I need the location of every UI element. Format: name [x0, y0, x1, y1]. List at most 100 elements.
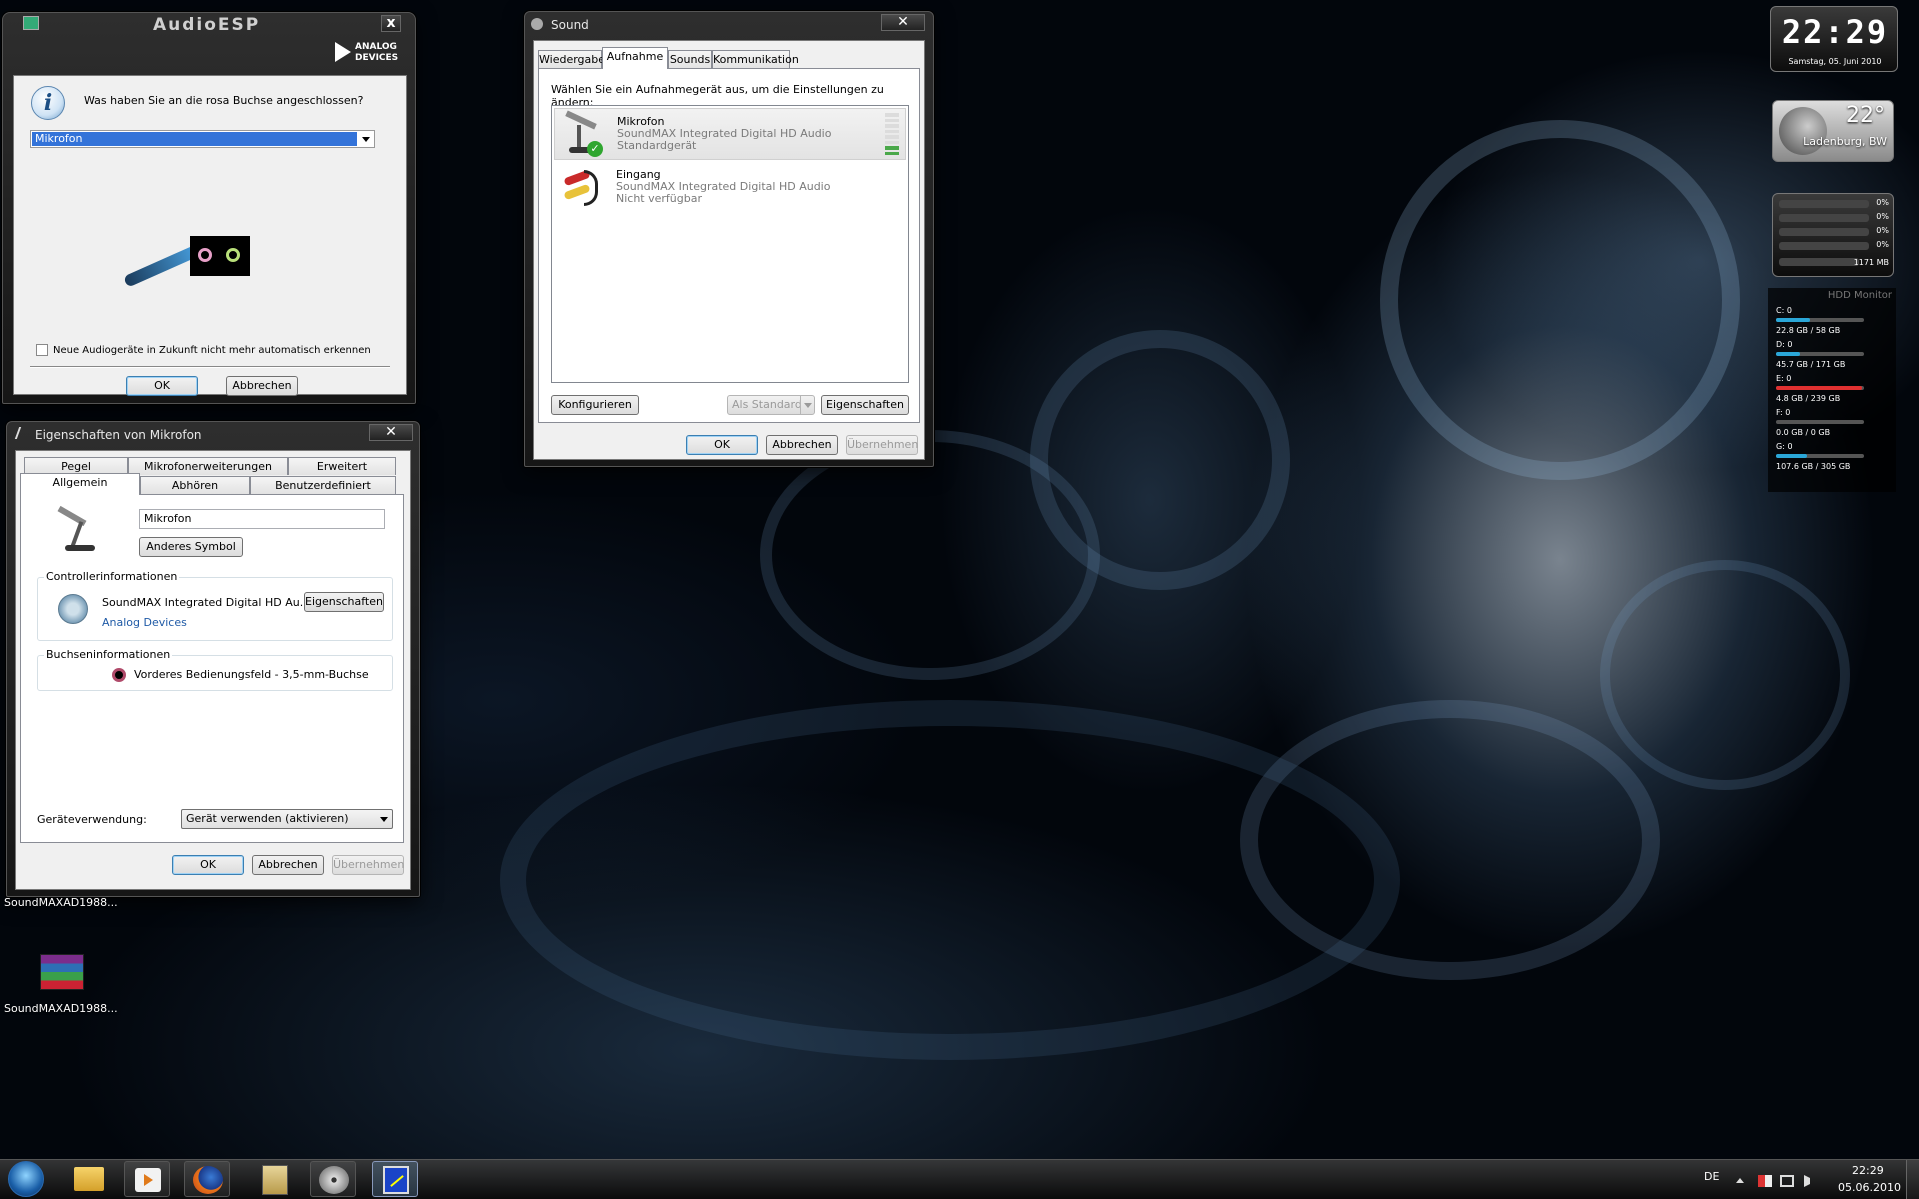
- close-button[interactable]: x: [381, 15, 401, 32]
- window-title: Sound: [551, 18, 589, 32]
- tab-erweitert[interactable]: Erweitert: [288, 457, 396, 475]
- drive-usage: 107.6 GB / 305 GB: [1776, 462, 1851, 471]
- desktop-icon-label: SoundMAXAD1988...: [4, 1002, 118, 1015]
- ok-button[interactable]: OK: [126, 376, 198, 396]
- show-hidden-icons-icon[interactable]: [1736, 1178, 1744, 1183]
- taskbar-time[interactable]: 22:29: [1852, 1164, 1884, 1177]
- clock-gadget[interactable]: 22:29 Samstag, 05. Juni 2010: [1770, 6, 1898, 72]
- start-button[interactable]: [4, 1159, 48, 1199]
- chevron-down-icon[interactable]: [362, 137, 370, 142]
- clock-date: Samstag, 05. Juni 2010: [1788, 57, 1882, 66]
- cpu-value: 0%: [1876, 240, 1889, 249]
- desktop-icon[interactable]: SoundMAXAD1988...: [4, 896, 124, 909]
- drive-row: E: 0 4.8 GB / 239 GB: [1768, 374, 1896, 408]
- device-list[interactable]: ✓ Mikrofon SoundMAX Integrated Digital H…: [551, 105, 909, 383]
- clock-time: 22:29: [1781, 13, 1889, 51]
- device-name-input[interactable]: Mikrofon: [139, 509, 385, 529]
- speaker-icon: [58, 594, 88, 624]
- language-indicator[interactable]: DE: [1704, 1170, 1719, 1183]
- cancel-button[interactable]: Abbrechen: [226, 376, 298, 396]
- drive-label: D: 0: [1776, 340, 1793, 349]
- level-meter: [885, 113, 899, 155]
- firefox-icon: [193, 1166, 223, 1194]
- checkmark-icon: ✓: [587, 141, 603, 157]
- drive-row: C: 0 22.8 GB / 58 GB: [1768, 306, 1896, 340]
- audioesp-button[interactable]: [372, 1161, 418, 1197]
- controller-vendor-link[interactable]: Analog Devices: [102, 616, 187, 629]
- logo-triangle-icon: [335, 42, 351, 62]
- microphone-icon: [14, 427, 32, 439]
- show-desktop-button[interactable]: [1906, 1160, 1919, 1199]
- logo-text: ANALOG: [355, 42, 397, 52]
- volume-icon[interactable]: [1804, 1175, 1818, 1187]
- controller-header: Controllerinformationen: [44, 570, 180, 583]
- tab-panel: Mikrofon Anderes Symbol Controllerinform…: [20, 494, 404, 843]
- change-icon-button[interactable]: Anderes Symbol: [139, 537, 243, 557]
- archive-button[interactable]: [252, 1161, 298, 1197]
- audioesp-icon: [383, 1166, 409, 1194]
- cancel-button[interactable]: Abbrechen: [766, 435, 838, 455]
- jack-header: Buchseninformationen: [44, 648, 173, 661]
- explorer-button[interactable]: [66, 1161, 112, 1197]
- hdd-monitor-gadget[interactable]: HDD Monitor C: 0 22.8 GB / 58 GB D: 0 45…: [1768, 288, 1896, 492]
- tab-benutzerdefiniert[interactable]: Benutzerdefiniert: [250, 476, 396, 494]
- weather-gadget[interactable]: 22° Ladenburg, BW: [1772, 100, 1894, 162]
- microphone-icon: [55, 505, 103, 553]
- controller-properties-button[interactable]: Eigenschaften: [304, 592, 384, 612]
- action-center-flag-icon[interactable]: [1758, 1175, 1772, 1187]
- cancel-button[interactable]: Abbrechen: [252, 855, 324, 875]
- separator: [30, 366, 390, 368]
- jack-illustration: [122, 236, 250, 296]
- jack-text: Vorderes Bedienungsfeld - 3,5-mm-Buchse: [134, 668, 369, 681]
- device-status: Nicht verfügbar: [616, 192, 702, 205]
- tab-abhoeren[interactable]: Abhören: [140, 476, 250, 494]
- weather-location: Ladenburg, BW: [1803, 135, 1887, 148]
- audioesp-app-icon: [23, 16, 39, 30]
- disc-button[interactable]: [310, 1161, 356, 1197]
- drive-row: D: 0 45.7 GB / 171 GB: [1768, 340, 1896, 374]
- media-player-button[interactable]: [124, 1161, 170, 1197]
- tab-aufnahme[interactable]: Aufnahme: [602, 47, 668, 69]
- configure-button[interactable]: Konfigurieren: [551, 395, 639, 415]
- tab-panel: Wählen Sie ein Aufnahmegerät aus, um die…: [538, 68, 920, 423]
- chevron-down-icon[interactable]: [800, 396, 814, 414]
- controller-name: SoundMAX Integrated Digital HD Au...: [102, 596, 311, 609]
- hdd-title: HDD Monitor: [1827, 290, 1892, 301]
- list-item-mikrofon[interactable]: ✓ Mikrofon SoundMAX Integrated Digital H…: [554, 108, 906, 160]
- apply-button[interactable]: Übernehmen: [332, 855, 404, 875]
- properties-button[interactable]: Eigenschaften: [821, 395, 909, 415]
- drive-label: G: 0: [1776, 442, 1793, 451]
- desktop-icon[interactable]: SoundMAXAD1988...: [4, 950, 124, 1020]
- network-icon[interactable]: [1780, 1175, 1794, 1187]
- list-item-eingang[interactable]: Eingang SoundMAX Integrated Digital HD A…: [554, 162, 906, 214]
- firefox-button[interactable]: [184, 1161, 230, 1197]
- usage-select[interactable]: Gerät verwenden (aktivieren): [181, 809, 393, 829]
- archive-icon: [262, 1165, 288, 1195]
- winrar-archive-icon: [40, 954, 84, 990]
- tab-allgemein[interactable]: Allgemein: [20, 473, 140, 495]
- jack-panel: [190, 236, 250, 276]
- drive-fill: [1776, 318, 1811, 322]
- cpu-meter-gadget[interactable]: 0% 0% 0% 0% 1171 MB: [1772, 193, 1894, 277]
- taskbar-date[interactable]: 05.06.2010: [1838, 1181, 1901, 1194]
- audioesp-window: AudioESP x ANALOG DEVICES i Was haben Si…: [2, 12, 416, 404]
- ok-button[interactable]: OK: [172, 855, 244, 875]
- close-button[interactable]: ✕: [881, 14, 925, 31]
- tab-mikrofonerweiterungen[interactable]: Mikrofonerweiterungen: [128, 457, 288, 475]
- apply-button[interactable]: Übernehmen: [846, 435, 918, 455]
- device-select[interactable]: Mikrofon: [30, 130, 375, 148]
- auto-detect-checkbox[interactable]: [36, 344, 48, 356]
- tab-wiedergabe[interactable]: Wiedergabe: [538, 50, 605, 69]
- ok-button[interactable]: OK: [686, 435, 758, 455]
- set-default-button[interactable]: Als Standard: [727, 395, 815, 415]
- disc-icon: [319, 1166, 349, 1194]
- drive-label: C: 0: [1776, 306, 1792, 315]
- tab-kommunikation[interactable]: Kommunikation: [712, 50, 799, 69]
- green-jack-icon: [226, 248, 240, 262]
- properties-content: Pegel Mikrofonerweiterungen Erweitert Al…: [15, 450, 411, 890]
- tab-sounds[interactable]: Sounds: [668, 50, 712, 69]
- usage-label: Geräteverwendung:: [37, 813, 147, 826]
- chevron-down-icon[interactable]: [380, 817, 388, 822]
- cpu-value: 0%: [1876, 198, 1889, 207]
- close-button[interactable]: ✕: [369, 424, 413, 441]
